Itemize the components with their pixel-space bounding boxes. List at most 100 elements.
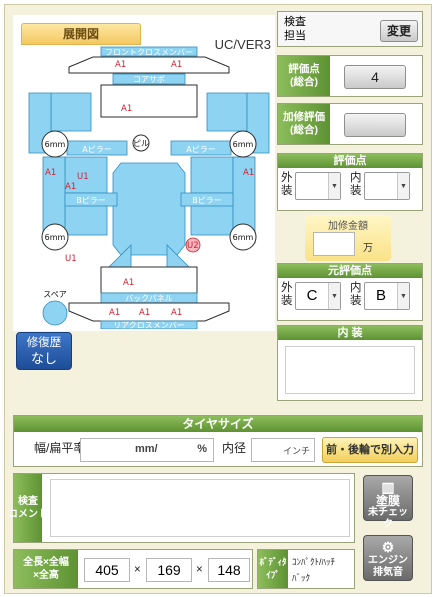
chevron-down-icon: ▼ [328,283,340,309]
eval-exterior-select[interactable]: ▼ [295,172,341,200]
repair-history-value: なし [30,351,57,366]
width-input[interactable]: 169 [146,558,192,582]
eval-interior-select[interactable]: ▼ [364,172,410,200]
interior-title: 内 装 [278,326,422,340]
comment-input[interactable] [50,479,350,537]
score-label: 評価点 (総合) [278,56,330,96]
b-pillar-right-label: Bピラー [192,196,222,205]
paint-check-button[interactable]: ▥ 塗膜 未チェック [363,475,413,530]
body-type-label: ﾎﾞﾃﾞｨﾀ ｲﾌﾟ [258,550,288,588]
damage-mark-a1: A1 [109,308,120,318]
damage-mark-a1: A1 [171,308,182,318]
paint-gauge-icon: ▥ [381,479,395,495]
repair-score-label: 加修評価 (総合) [278,104,330,144]
comment-box: 検査 コメント [8,473,355,543]
engine-button-line2: 排気音 [373,567,403,578]
original-points-title: 元評価点 [278,264,422,278]
damage-mark-u1: U1 [77,172,89,182]
eval-points-title: 評価点 [278,154,422,168]
eval-exterior-value [296,173,328,199]
front-bumper-area[interactable] [68,56,230,74]
comment-label: 検査 コメント [8,474,48,542]
engine-button-line1: エンジン [368,555,408,566]
tire-mm-unit: mm/ [135,443,158,455]
tire-inner-label: 内径 [222,441,247,455]
chevron-down-icon: ▼ [328,173,340,199]
paint-button-line1: 塗膜 [375,494,400,508]
eval-interior-value [365,173,397,199]
times-sign: × [196,564,203,576]
original-interior-value: B [375,287,386,304]
repair-amount-input[interactable] [313,232,355,256]
front-fender-right[interactable] [206,92,248,132]
repair-history-button[interactable]: 修復歴 なし [16,332,72,370]
inspector-box: 検査 担当 変更 [277,11,423,47]
interior-box: 内 装 [277,325,423,401]
diagram-tab[interactable]: 展開図 [21,23,141,45]
eval-exterior-label: 外 装 [281,172,293,197]
tire-front-left-depth: 6mm [45,140,66,149]
length-input[interactable]: 405 [84,558,130,582]
damage-mark-u2: U2 [187,241,199,251]
front-door-right[interactable] [190,156,234,194]
damage-mark-a1: A1 [65,182,76,192]
original-interior-label: 内 装 [350,282,362,307]
original-interior-select[interactable]: B ▼ [364,282,410,310]
damage-mark-a1: A1 [171,60,182,70]
original-points-box: 元評価点 外 装 C ▼ 内 装 B ▼ [277,263,423,321]
trunk-lid[interactable] [100,266,198,294]
tire-size-title: タイヤサイズ [14,416,422,432]
damage-mark-a1: A1 [139,308,150,318]
damage-mark-a1: A1 [121,104,132,114]
height-input[interactable]: 148 [208,558,250,582]
spare-tire-label: スペア [43,290,66,299]
tire-width-label: 幅/扁平率 [34,441,86,455]
tire-width-input[interactable]: mm/ % [80,438,214,462]
damage-mark-a1: A1 [243,168,254,178]
chevron-down-icon: ▼ [397,283,409,309]
spare-tire[interactable] [42,300,68,326]
back-panel-label: バックパネル [125,294,173,303]
original-exterior-select[interactable]: C ▼ [295,282,341,310]
front-fender-left[interactable] [50,92,92,132]
front-cross-member-label: フロントクロスメンバー [105,48,193,57]
damage-mark-a1: A1 [123,278,134,288]
roof[interactable] [112,162,186,256]
inspection-panel: 展開図 UC/VER3 .pt { fill:#8fd3f2; stroke:#… [4,4,432,594]
score-value-button[interactable]: 4 [344,65,406,89]
core-support-label: コアサポ [133,75,165,84]
car-body-map[interactable]: .pt { fill:#8fd3f2; stroke:#2e8fc0; stro… [21,45,271,329]
rear-cross-member-label: リアクロスメンバー [113,321,185,329]
tire-rear-right-depth: 6mm [233,233,254,242]
tire-separate-button[interactable]: 前・後輪で別入力 [322,437,418,463]
repair-amount-label: 加修金額 [328,221,368,232]
score-box: 評価点 (総合) 4 [277,55,423,97]
damage-mark-u1: U1 [65,254,77,264]
body-type-value[interactable]: ｺﾝﾊﾟｸﾄ/ﾊｯﾁ ﾊﾞｯｸ [292,554,335,586]
inspector-label: 検査 担当 [284,16,306,42]
a-pillar-right-label: Aピラー [186,145,215,154]
eval-interior-label: 内 装 [350,172,362,197]
rear-door-left[interactable] [64,204,108,236]
engine-icon: ⚙ [381,539,395,555]
hood[interactable] [100,84,198,118]
times-sign: × [134,564,141,576]
repair-amount-box: 加修金額 万 [305,215,391,261]
tire-inner-input[interactable]: インチ [251,438,315,462]
body-type-box: ﾎﾞﾃﾞｨﾀ ｲﾌﾟ ｺﾝﾊﾟｸﾄ/ﾊｯﾁ ﾊﾞｯｸ [257,549,355,589]
eval-points-box: 評価点 外 装 ▼ 内 装 ▼ [277,153,423,211]
repair-amount-unit: 万 [363,243,373,254]
tire-size-box: タイヤサイズ 幅/扁平率 mm/ % 内径 インチ 前・後輪で別入力 [13,415,423,467]
interior-input[interactable] [285,346,415,394]
original-exterior-label: 外 装 [281,282,293,307]
change-inspector-button[interactable]: 変更 [380,20,418,42]
dimensions-box: 全長×全幅 ×全高 405 × 169 × 148 [13,549,253,589]
paint-button-line2: 未チェック [368,507,408,530]
original-exterior-value: C [306,287,318,304]
tire-front-right-depth: 6mm [233,140,254,149]
center-marker-label: ピル [133,139,149,148]
engine-sound-button[interactable]: ⚙ エンジン 排気音 [363,535,413,581]
repair-score-button[interactable] [344,113,406,137]
rear-door-right[interactable] [190,204,234,236]
b-pillar-left-label: Bピラー [76,196,106,205]
